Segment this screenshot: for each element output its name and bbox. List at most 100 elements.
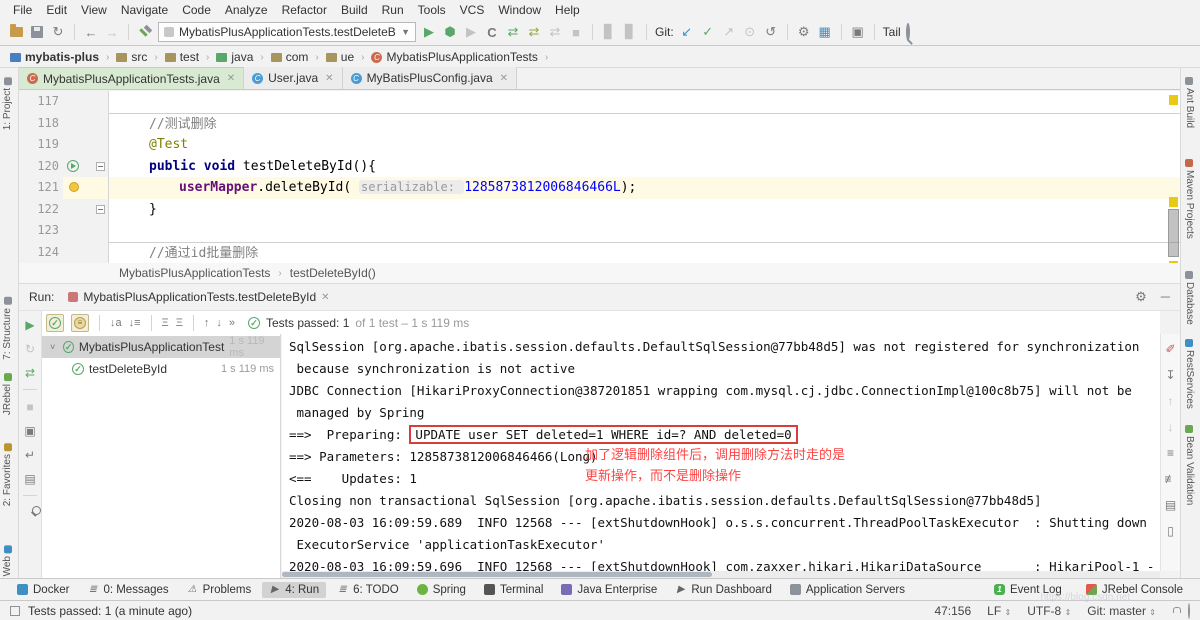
scrollbar-thumb[interactable] bbox=[282, 572, 712, 577]
close-icon[interactable]: ✕ bbox=[227, 73, 235, 84]
git-commit-icon[interactable]: ✓ bbox=[700, 24, 716, 40]
scroll-down-icon[interactable]: ↓ bbox=[1164, 420, 1178, 434]
toolwindow-button-web[interactable]: Web bbox=[2, 542, 13, 576]
wrench-icon[interactable]: ⚙ bbox=[796, 24, 812, 40]
git-merge-icon[interactable]: ↗ bbox=[721, 24, 737, 40]
toolwindow-button-1-project[interactable]: 1: Project bbox=[2, 74, 13, 130]
toolwindow-button-spring[interactable]: Spring bbox=[410, 582, 473, 598]
toolwindow-button-ant-build[interactable]: Ant Build bbox=[1184, 74, 1195, 128]
build-hammer-icon[interactable] bbox=[137, 24, 153, 40]
toolwindow-button-2-favorites[interactable]: 2: Favorites bbox=[2, 440, 13, 506]
menu-item-vcs[interactable]: VCS bbox=[453, 1, 492, 19]
clear-all-icon[interactable]: ▤ bbox=[1164, 498, 1178, 512]
close-icon[interactable]: ✕ bbox=[325, 73, 333, 84]
trash-icon[interactable]: ▯ bbox=[1164, 524, 1178, 538]
run-button[interactable]: ▶ bbox=[421, 24, 437, 40]
chevron-down-icon[interactable]: ˅ bbox=[50, 342, 58, 352]
next-failed-icon[interactable]: ↓ bbox=[216, 317, 222, 329]
sort-alphabetically-icon[interactable]: ↓a bbox=[110, 317, 122, 329]
git-history-icon[interactable]: ⊙ bbox=[742, 24, 758, 40]
toolwindow-toggle-icon[interactable] bbox=[10, 606, 20, 616]
test-tree-row-MybatisPlusApplicationTest[interactable]: ˅✓MybatisPlusApplicationTest1 s 119 ms bbox=[42, 336, 280, 358]
toolwindow-button-run-dashboard[interactable]: ▶Run Dashboard bbox=[668, 582, 779, 598]
toolwindow-button-6-todo[interactable]: ≣6: TODO bbox=[330, 582, 406, 598]
highlighting-level-icon[interactable] bbox=[1188, 604, 1190, 618]
sort-by-duration-icon[interactable]: ↓≡ bbox=[129, 317, 141, 329]
jrebel-rerun-icon[interactable]: ⇄ bbox=[23, 365, 38, 380]
toolwindow-button-7-structure[interactable]: 7: Structure bbox=[2, 294, 13, 360]
editor-tab-User.java[interactable]: CUser.java✕ bbox=[244, 67, 342, 89]
project-structure-icon[interactable]: ▦ bbox=[817, 24, 833, 40]
rerun-button[interactable]: ▶ bbox=[23, 317, 38, 332]
tail-label[interactable]: Tail bbox=[883, 25, 901, 39]
run-configuration-select[interactable]: MybatisPlusApplicationTests.testDeleteBy… bbox=[158, 22, 416, 42]
toolwindow-button-docker[interactable]: Docker bbox=[10, 582, 76, 598]
rerun-failed-icon[interactable]: ↻ bbox=[23, 341, 38, 356]
toolwindow-button-event-log[interactable]: 1Event Log bbox=[987, 582, 1069, 598]
toolwindow-button-jrebel[interactable]: JRebel bbox=[2, 370, 13, 415]
clear-console-icon[interactable]: ✐ bbox=[1164, 342, 1178, 356]
breadcrumb-method[interactable]: testDeleteById() bbox=[290, 266, 376, 280]
line-separator-widget[interactable]: LF ⇕ bbox=[987, 604, 1011, 618]
hide-panel-icon[interactable]: ─ bbox=[1161, 289, 1170, 305]
expand-all-icon[interactable]: Ξ bbox=[162, 317, 169, 329]
scrollbar-thumb[interactable] bbox=[1168, 209, 1179, 257]
menu-item-file[interactable]: File bbox=[6, 1, 39, 19]
jrebel-debug-button[interactable]: ⇄ bbox=[526, 24, 542, 40]
open-icon[interactable] bbox=[8, 24, 24, 40]
console-output[interactable]: SqlSession [org.apache.ibatis.session.de… bbox=[282, 334, 1160, 571]
menu-item-build[interactable]: Build bbox=[334, 1, 375, 19]
intention-bulb-icon[interactable] bbox=[69, 182, 79, 192]
menu-item-code[interactable]: Code bbox=[175, 1, 218, 19]
menu-item-analyze[interactable]: Analyze bbox=[218, 1, 275, 19]
menu-item-window[interactable]: Window bbox=[491, 1, 548, 19]
close-icon[interactable]: ✕ bbox=[500, 73, 508, 84]
toolwindow-button-4-run[interactable]: ▶4: Run bbox=[262, 582, 326, 598]
git-branch-widget[interactable]: Git: master ⇕ bbox=[1087, 604, 1156, 618]
breadcrumb-item-com[interactable]: com bbox=[269, 49, 311, 65]
profiler-cpu-icon[interactable]: ▊ bbox=[622, 24, 638, 40]
gear-icon[interactable]: ⚙ bbox=[1135, 289, 1147, 305]
toolwindow-button-terminal[interactable]: Terminal bbox=[477, 582, 550, 598]
snapshot-icon[interactable]: ▣ bbox=[23, 423, 38, 438]
show-passed-toggle[interactable]: ✓ bbox=[46, 314, 64, 332]
previous-failed-icon[interactable]: ↑ bbox=[204, 317, 210, 329]
fold-icon[interactable] bbox=[96, 162, 105, 171]
console-hscrollbar[interactable] bbox=[282, 571, 1160, 578]
git-rollback-icon[interactable]: ↺ bbox=[763, 24, 779, 40]
jrebel-run-button[interactable]: ⇄ bbox=[505, 24, 521, 40]
run-tab[interactable]: MybatisPlusApplicationTests.testDeleteBy… bbox=[62, 288, 335, 306]
show-ignored-toggle[interactable]: ≡ bbox=[71, 314, 89, 332]
caret-position[interactable]: 47:156 bbox=[934, 604, 971, 618]
run-test-gutter-icon[interactable] bbox=[67, 160, 79, 172]
breadcrumb-item-MybatisPlusApplicationTests[interactable]: CMybatisPlusApplicationTests bbox=[369, 49, 539, 65]
soft-wrap-icon[interactable]: ↧ bbox=[1164, 368, 1178, 382]
encoding-widget[interactable]: UTF-8 ⇕ bbox=[1027, 604, 1071, 618]
stop-icon[interactable]: ■ bbox=[23, 399, 38, 414]
menu-item-help[interactable]: Help bbox=[548, 1, 587, 19]
collapse-all-icon[interactable]: Ξ bbox=[176, 317, 183, 329]
close-icon[interactable]: ✕ bbox=[321, 292, 329, 303]
breadcrumb-item-test[interactable]: test bbox=[163, 49, 201, 65]
import-results-icon[interactable]: ↵ bbox=[23, 447, 38, 462]
fold-icon[interactable] bbox=[96, 205, 105, 214]
more-icon[interactable]: » bbox=[229, 317, 235, 329]
save-icon[interactable] bbox=[29, 24, 45, 40]
sync-icon[interactable]: ↻ bbox=[50, 24, 66, 40]
breadcrumb-item-mybatis-plus[interactable]: mybatis-plus bbox=[8, 49, 101, 65]
toolwindow-button-problems[interactable]: ⚠Problems bbox=[180, 582, 259, 598]
toolwindow-button-java-enterprise[interactable]: Java Enterprise bbox=[554, 582, 664, 598]
editor-tab-MybatisPlusApplicationTests.java[interactable]: CMybatisPlusApplicationTests.java✕ bbox=[19, 67, 244, 89]
toolwindow-button-0-messages[interactable]: ≣0: Messages bbox=[80, 582, 175, 598]
stop-button[interactable]: ■ bbox=[568, 24, 584, 40]
test-tree-row-testDeleteById[interactable]: ✓testDeleteById1 s 119 ms bbox=[42, 358, 280, 380]
toolwindow-button-application-servers[interactable]: Application Servers bbox=[783, 582, 912, 598]
menu-item-edit[interactable]: Edit bbox=[39, 1, 74, 19]
profiler-alloc-icon[interactable]: ▊ bbox=[601, 24, 617, 40]
menu-item-run[interactable]: Run bbox=[375, 1, 411, 19]
toolwindow-button-maven-projects[interactable]: Maven Projects bbox=[1184, 156, 1195, 239]
jrebel-sync-button[interactable]: ⇄ bbox=[547, 24, 563, 40]
breadcrumb-item-java[interactable]: java bbox=[214, 49, 255, 65]
profiler-button[interactable]: C bbox=[484, 24, 500, 40]
search-everywhere-icon[interactable] bbox=[906, 25, 910, 39]
